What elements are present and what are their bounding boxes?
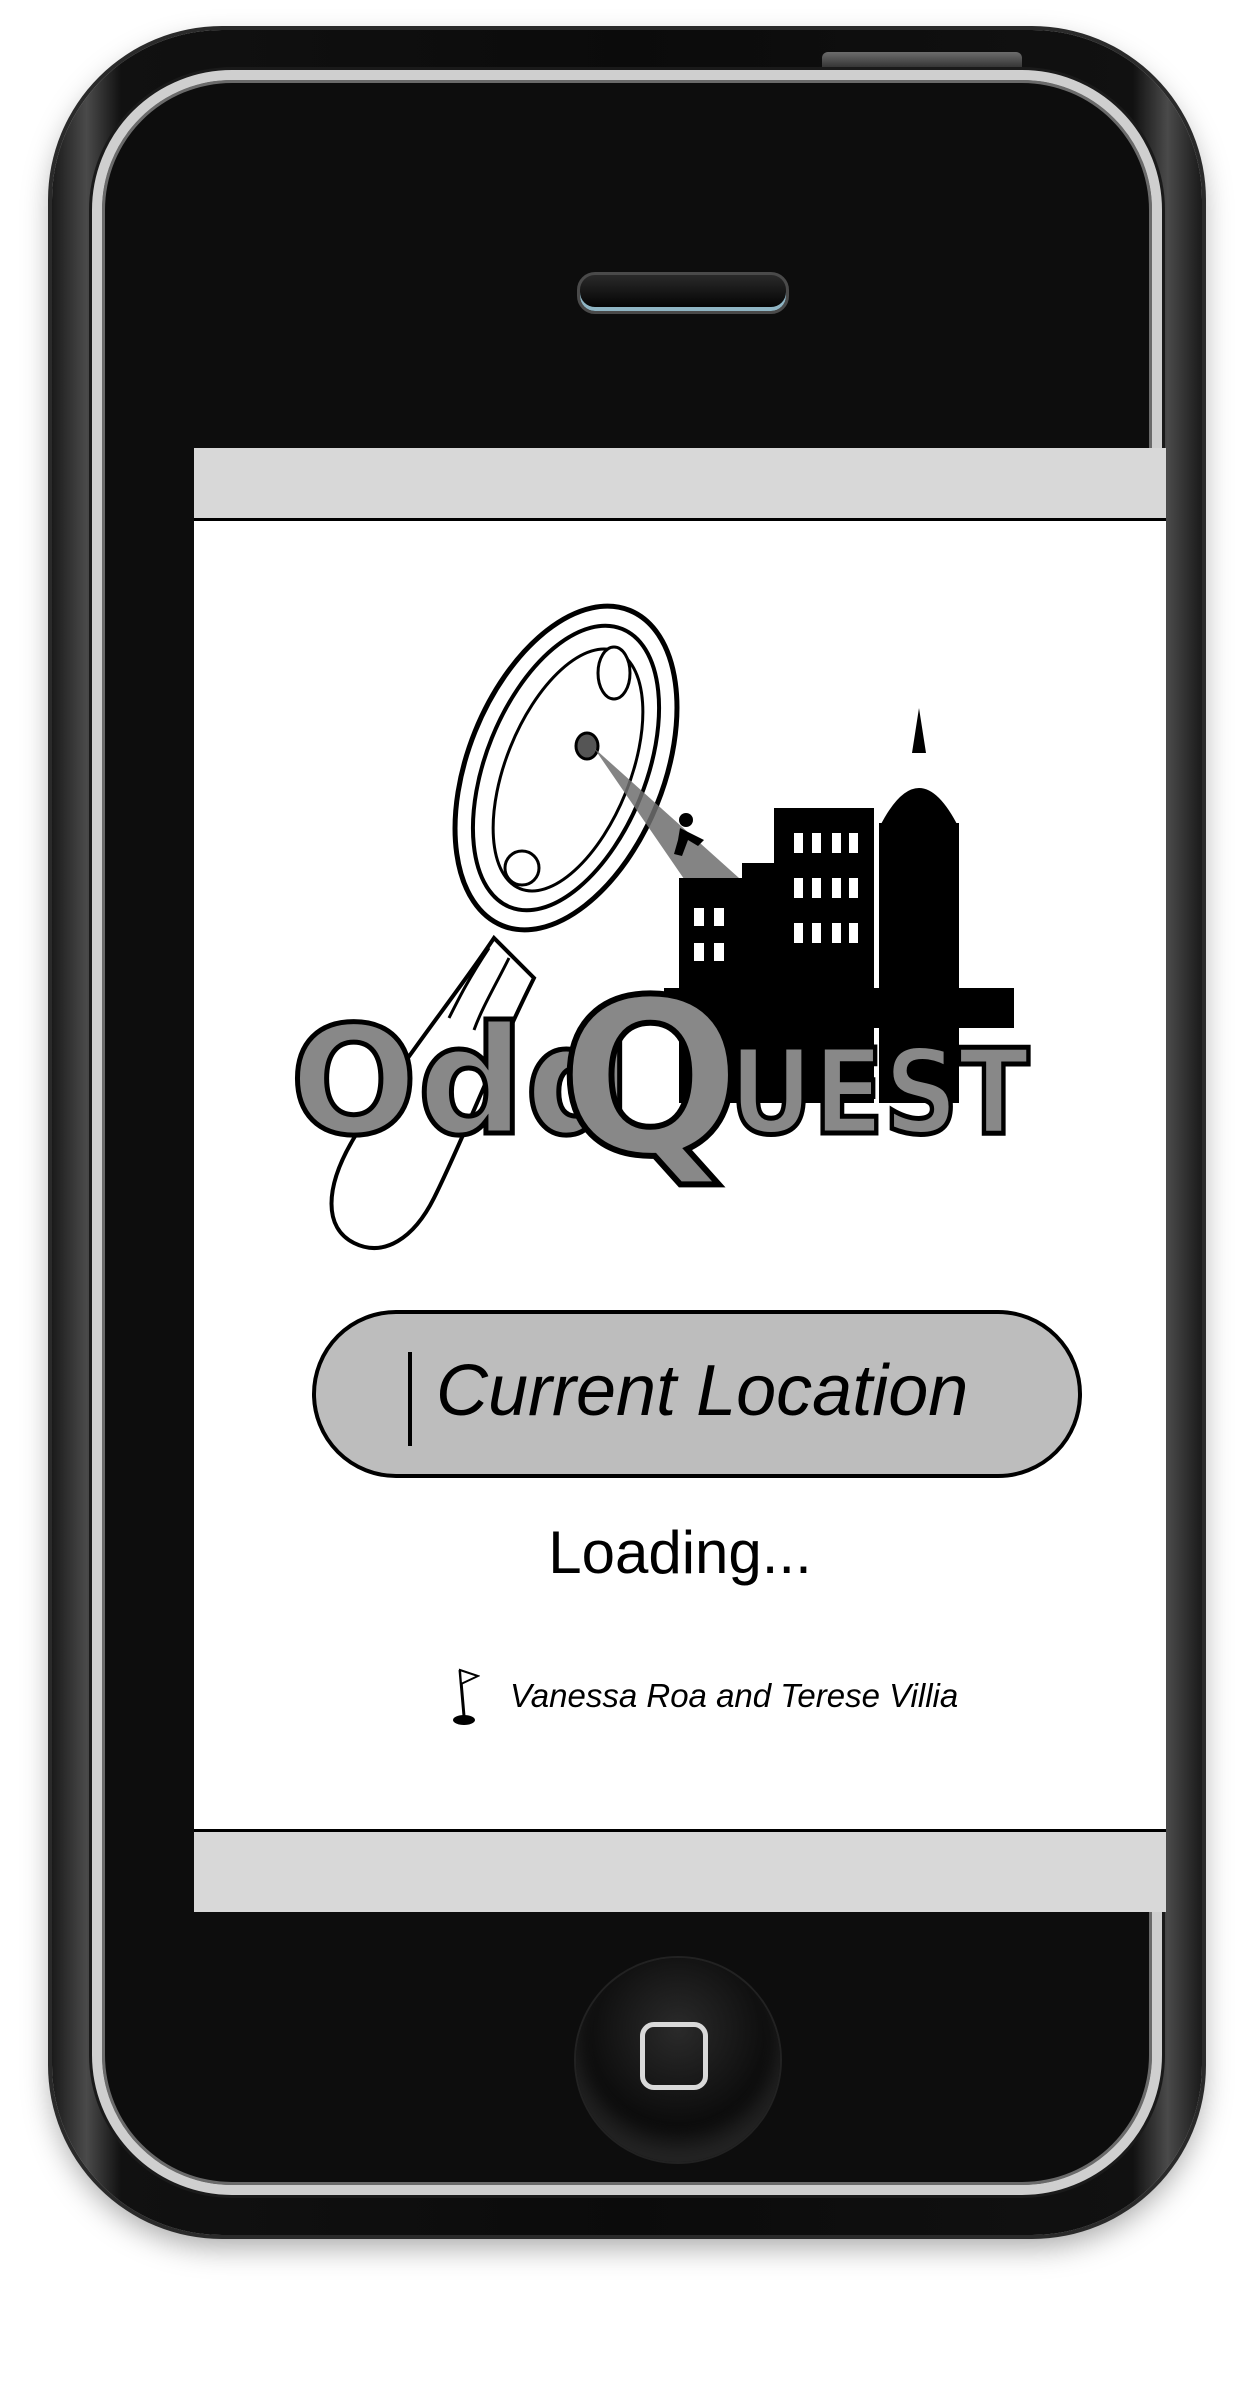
power-button[interactable] xyxy=(822,52,1022,70)
golf-flag-icon xyxy=(453,1668,480,1725)
phone-frame: Odd Q UEST Current Location Loading... V… xyxy=(52,30,1202,2235)
home-button[interactable] xyxy=(576,1958,780,2162)
bottom-bar xyxy=(194,1829,1166,1912)
text-cursor xyxy=(408,1352,412,1446)
credits: Vanessa Roa and Terese Villia xyxy=(452,1666,958,1726)
logo-title-uest: UEST xyxy=(729,1023,1029,1161)
location-input[interactable]: Current Location xyxy=(312,1310,1082,1478)
status-bar xyxy=(194,448,1166,521)
oddquest-logo: Odd Q UEST xyxy=(288,603,1032,1250)
location-input-value: Current Location xyxy=(436,1351,969,1431)
loading-text: Loading... xyxy=(548,1519,812,1586)
app-screen: Odd Q UEST Current Location Loading... V… xyxy=(194,448,1166,1912)
credits-text: Vanessa Roa and Terese Villia xyxy=(510,1677,959,1714)
logo-title-q: Q xyxy=(559,953,742,1204)
home-square-icon xyxy=(640,2022,708,2090)
earpiece-speaker xyxy=(577,272,789,314)
